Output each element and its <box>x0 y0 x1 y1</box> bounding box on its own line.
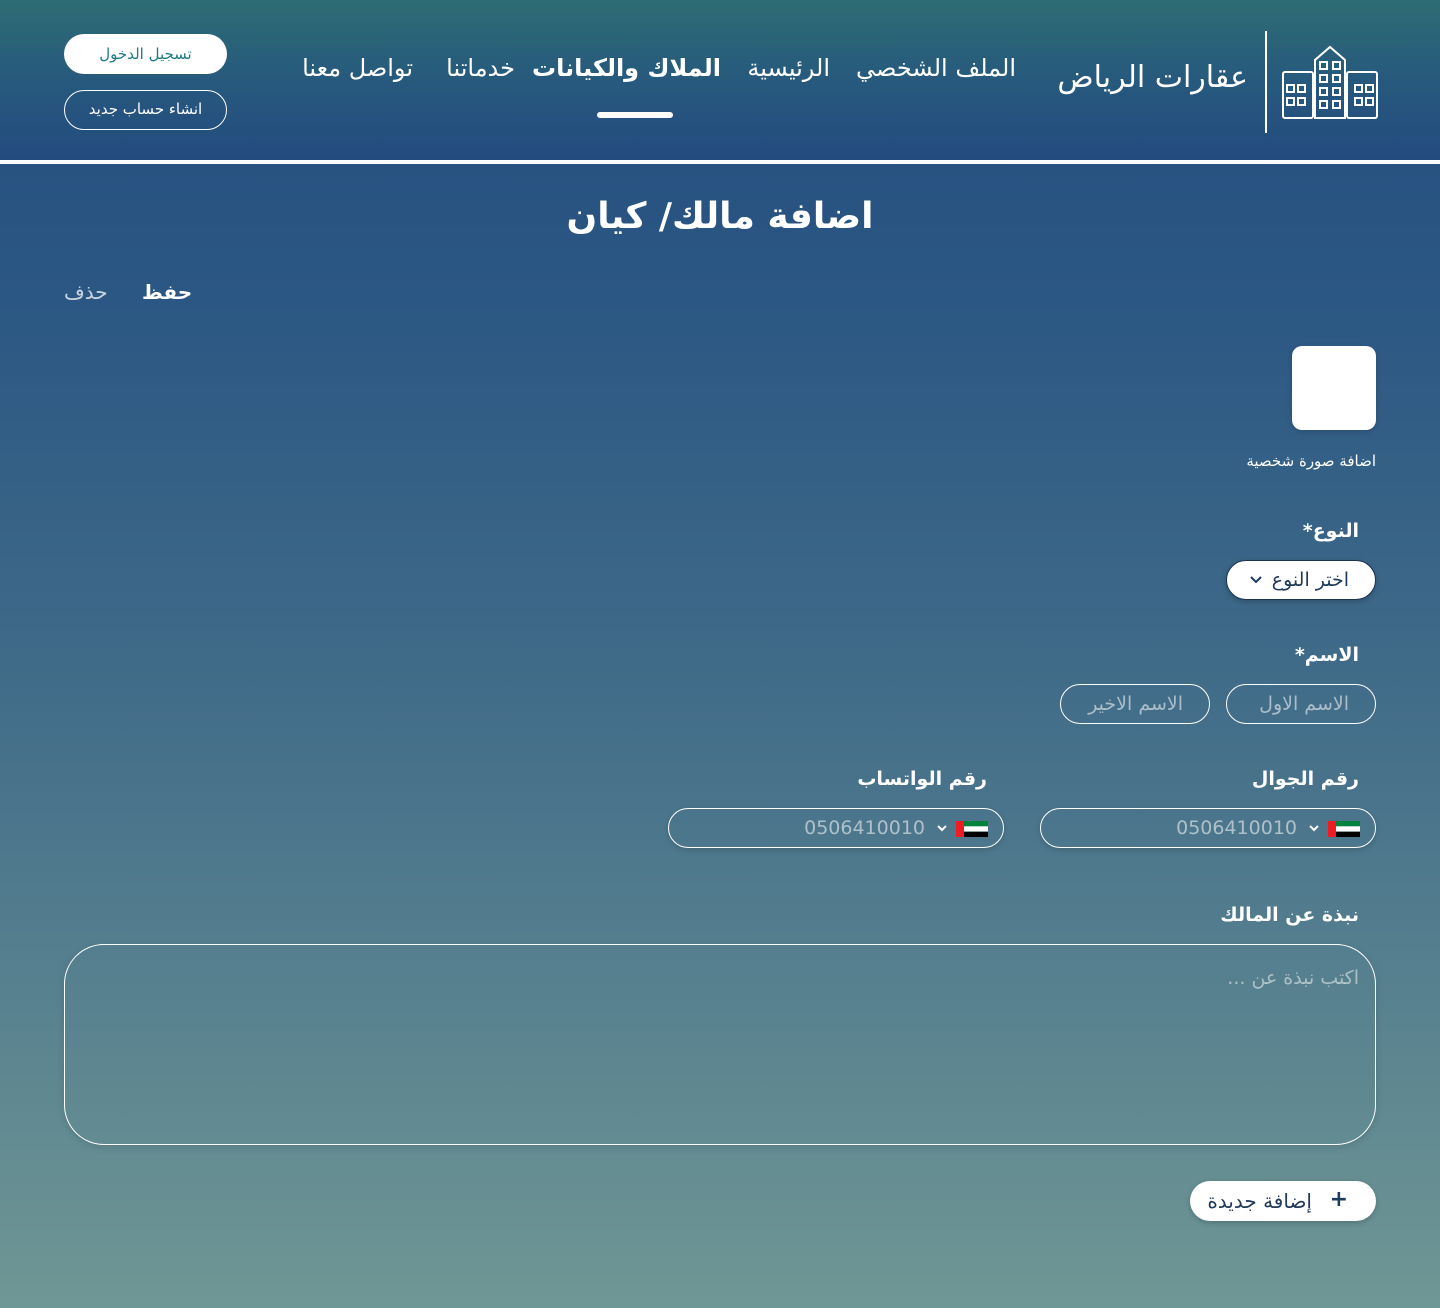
top-header: عقارات الرياض الملف الشخصي الرئيسية المل… <box>0 0 1440 160</box>
save-button[interactable]: حفظ <box>142 280 192 304</box>
avatar-upload-label: اضافة صورة شخصية <box>1246 452 1376 470</box>
brand-name[interactable]: عقارات الرياض <box>1057 60 1248 95</box>
plus-icon: + <box>1329 1187 1348 1212</box>
nav-properties[interactable]: الملاك والكيانات <box>532 54 721 82</box>
mobile-label: رقم الجوال <box>1251 768 1359 790</box>
mobile-input[interactable]: 0506410010 <box>1040 808 1376 848</box>
uae-flag-icon[interactable] <box>956 821 988 837</box>
chevron-down-icon <box>1250 576 1262 584</box>
whatsapp-input[interactable]: 0506410010 <box>668 808 1004 848</box>
login-button[interactable]: تسجيل الدخول <box>64 34 227 74</box>
nav-contact[interactable]: تواصل معنا <box>302 54 413 82</box>
name-label: الاسم* <box>1294 644 1359 666</box>
uae-flag-icon[interactable] <box>1328 821 1360 837</box>
whatsapp-number-value: 0506410010 <box>804 817 925 839</box>
add-new-button[interactable]: + إضافة جديدة <box>1190 1181 1376 1221</box>
bio-placeholder: اكتب نبذة عن ... <box>1227 967 1359 989</box>
whatsapp-label: رقم الواتساب <box>857 768 987 790</box>
type-select-value: اختر النوع <box>1271 569 1349 591</box>
nav-home[interactable]: الرئيسية <box>747 54 830 82</box>
header-separator <box>0 160 1440 164</box>
bio-textarea[interactable]: اكتب نبذة عن ... <box>64 944 1376 1145</box>
chevron-down-icon[interactable] <box>936 822 948 834</box>
last-name-placeholder: الاسم الاخير <box>1088 693 1183 715</box>
delete-button[interactable]: حذف <box>64 280 108 304</box>
register-button[interactable]: انشاء حساب جديد <box>64 90 227 130</box>
add-new-label: إضافة جديدة <box>1207 1189 1312 1213</box>
header-divider <box>1265 31 1267 133</box>
nav-profile[interactable]: الملف الشخصي <box>856 54 1016 82</box>
type-select[interactable]: اختر النوع <box>1226 560 1376 600</box>
page-title: اضافة مالك/ كيان <box>566 196 874 237</box>
last-name-input[interactable]: الاسم الاخير <box>1060 684 1210 724</box>
avatar-upload[interactable] <box>1292 346 1376 430</box>
buildings-logo-icon[interactable] <box>1282 44 1378 120</box>
first-name-placeholder: الاسم الاول <box>1259 693 1349 715</box>
nav-active-indicator <box>597 112 673 118</box>
first-name-input[interactable]: الاسم الاول <box>1226 684 1376 724</box>
bio-label: نبذة عن المالك <box>1220 904 1359 926</box>
mobile-number-value: 0506410010 <box>1176 817 1297 839</box>
chevron-down-icon[interactable] <box>1308 822 1320 834</box>
type-label: النوع* <box>1302 520 1359 542</box>
nav-services[interactable]: خدماتنا <box>446 54 515 82</box>
